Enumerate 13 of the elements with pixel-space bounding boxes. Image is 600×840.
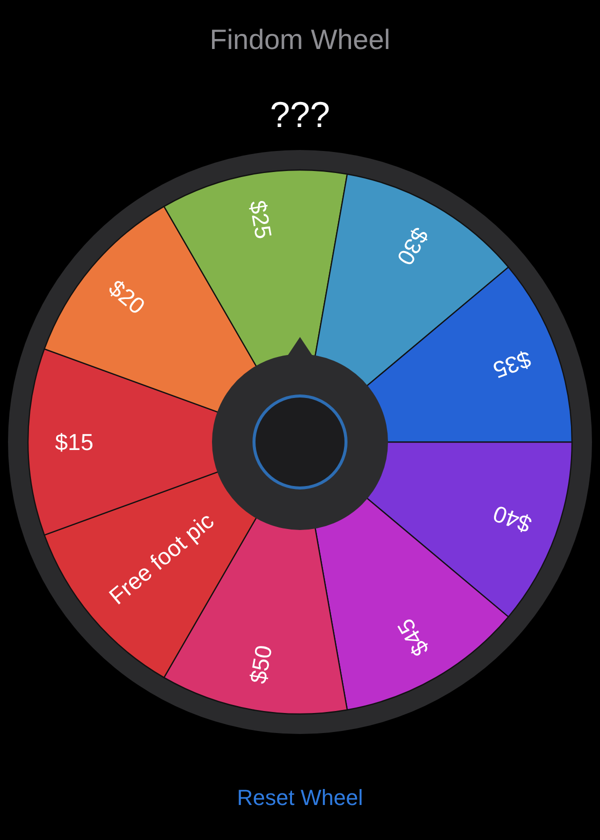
reset-wheel-button[interactable]: Reset Wheel	[237, 787, 363, 809]
segment-label: $40	[490, 500, 535, 538]
segment-label: $25	[244, 198, 277, 241]
segment-label: $35	[490, 346, 535, 384]
segment-label: $50	[244, 643, 277, 686]
app-title: Findom Wheel	[210, 26, 390, 54]
segment-label: Free foot pic	[104, 507, 219, 610]
segment-label: $45	[392, 614, 434, 661]
wheel-hub-drawing[interactable]	[212, 337, 388, 530]
segment-label: $15	[55, 429, 94, 455]
segment-label: $30	[392, 223, 434, 270]
segment-label: $20	[104, 274, 150, 320]
spin-result: ???	[270, 97, 330, 133]
